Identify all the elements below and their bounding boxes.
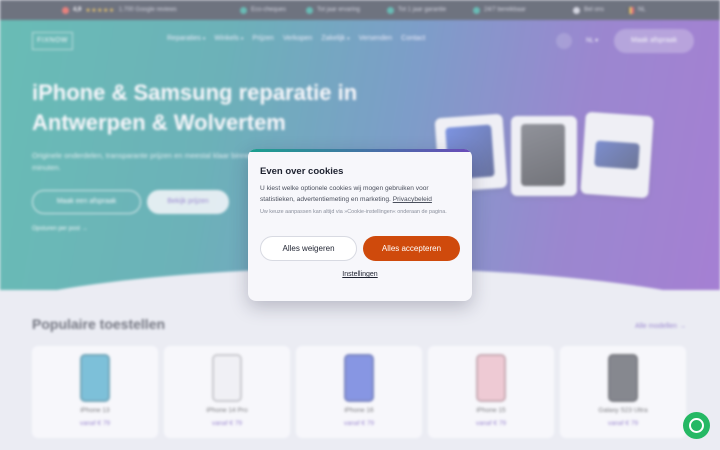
whatsapp-icon (689, 418, 704, 433)
whatsapp-button[interactable] (683, 412, 710, 439)
modal-accent-bar (248, 149, 472, 152)
cookie-settings-link[interactable]: Instellingen (248, 271, 472, 278)
cookie-text: U kiest welke optionele cookies wij moge… (260, 183, 462, 205)
cookie-title: Even over cookies (260, 166, 344, 177)
accept-all-button[interactable]: Alles accepteren (363, 236, 460, 261)
privacy-link[interactable]: Privacybeleid (393, 196, 432, 203)
cookie-note: Uw keuze aanpassen kan altijd via »Cooki… (260, 209, 447, 215)
cookie-modal: Even over cookies U kiest welke optionel… (248, 149, 472, 301)
reject-all-button[interactable]: Alles weigeren (260, 236, 357, 261)
